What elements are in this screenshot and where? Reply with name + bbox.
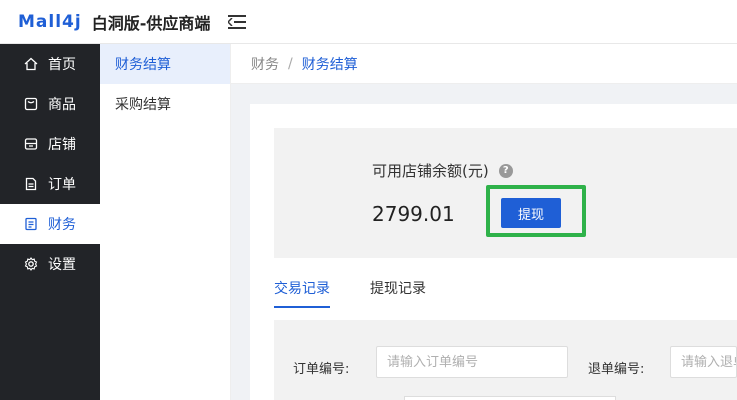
app-title: 白洞版-供应商端 bbox=[91, 13, 211, 33]
submenu-item-purchase-settlement[interactable]: 采购结算 bbox=[100, 84, 230, 124]
sidebar-item-finance[interactable]: 财务 bbox=[0, 204, 100, 244]
sidebar-item-label: 订单 bbox=[48, 177, 76, 193]
submenu-item-finance-settlement[interactable]: 财务结算 bbox=[100, 44, 230, 84]
refund-no-input[interactable] bbox=[670, 346, 737, 378]
order-no-input[interactable] bbox=[376, 346, 568, 378]
sidebar-item-store[interactable]: 店铺 bbox=[0, 124, 100, 164]
sidebar: 首页 商品 店铺 订单 财务 设置 bbox=[0, 44, 100, 400]
tab-withdraw-records[interactable]: 提现记录 bbox=[370, 268, 426, 308]
store-icon bbox=[24, 137, 38, 151]
top-header: Mall4j 白洞版-供应商端 bbox=[0, 0, 737, 44]
order-no-label: 订单编号: bbox=[293, 362, 350, 377]
balance-panel: 可用店铺余额(元) ? 2799.01 提现 bbox=[274, 128, 737, 258]
sidebar-item-product[interactable]: 商品 bbox=[0, 84, 100, 124]
main-content: 可用店铺余额(元) ? 2799.01 提现 交易记录 提现记录 订单编号: 退… bbox=[250, 104, 737, 400]
sidebar-item-label: 设置 bbox=[48, 257, 76, 273]
order-icon bbox=[24, 177, 38, 191]
next-row-input[interactable] bbox=[404, 396, 616, 400]
breadcrumb-current: 财务结算 bbox=[301, 56, 358, 73]
submenu: 财务结算 采购结算 bbox=[100, 44, 231, 400]
withdraw-button[interactable]: 提现 bbox=[501, 198, 561, 228]
sidebar-item-label: 财务 bbox=[48, 217, 76, 233]
logo[interactable]: Mall4j 白洞版-供应商端 bbox=[18, 10, 210, 34]
balance-label: 可用店铺余额(元) bbox=[372, 162, 489, 180]
help-icon[interactable]: ? bbox=[498, 163, 513, 178]
logo-text: Mall4j bbox=[18, 11, 82, 32]
home-icon bbox=[24, 57, 38, 71]
sidebar-item-order[interactable]: 订单 bbox=[0, 164, 100, 204]
finance-icon bbox=[24, 217, 38, 231]
sidebar-item-label: 商品 bbox=[48, 97, 76, 113]
product-icon bbox=[24, 97, 38, 111]
sidebar-item-settings[interactable]: 设置 bbox=[0, 244, 100, 284]
sidebar-item-home[interactable]: 首页 bbox=[0, 44, 100, 84]
breadcrumb-separator: / bbox=[288, 55, 293, 72]
refund-no-label: 退单编号: bbox=[588, 362, 645, 377]
sidebar-item-label: 店铺 bbox=[48, 137, 76, 153]
menu-collapse-icon[interactable] bbox=[228, 14, 247, 30]
tab-transaction-records[interactable]: 交易记录 bbox=[274, 268, 330, 308]
search-form: 订单编号: 退单编号: bbox=[274, 320, 737, 400]
record-tabs: 交易记录 提现记录 bbox=[274, 268, 737, 308]
gear-icon bbox=[24, 257, 38, 271]
breadcrumb: 财务 / 财务结算 bbox=[231, 44, 737, 84]
breadcrumb-parent[interactable]: 财务 bbox=[251, 54, 279, 74]
balance-value: 2799.01 bbox=[372, 202, 455, 226]
balance-label-row: 可用店铺余额(元) ? bbox=[372, 160, 513, 181]
sidebar-item-label: 首页 bbox=[48, 57, 76, 73]
